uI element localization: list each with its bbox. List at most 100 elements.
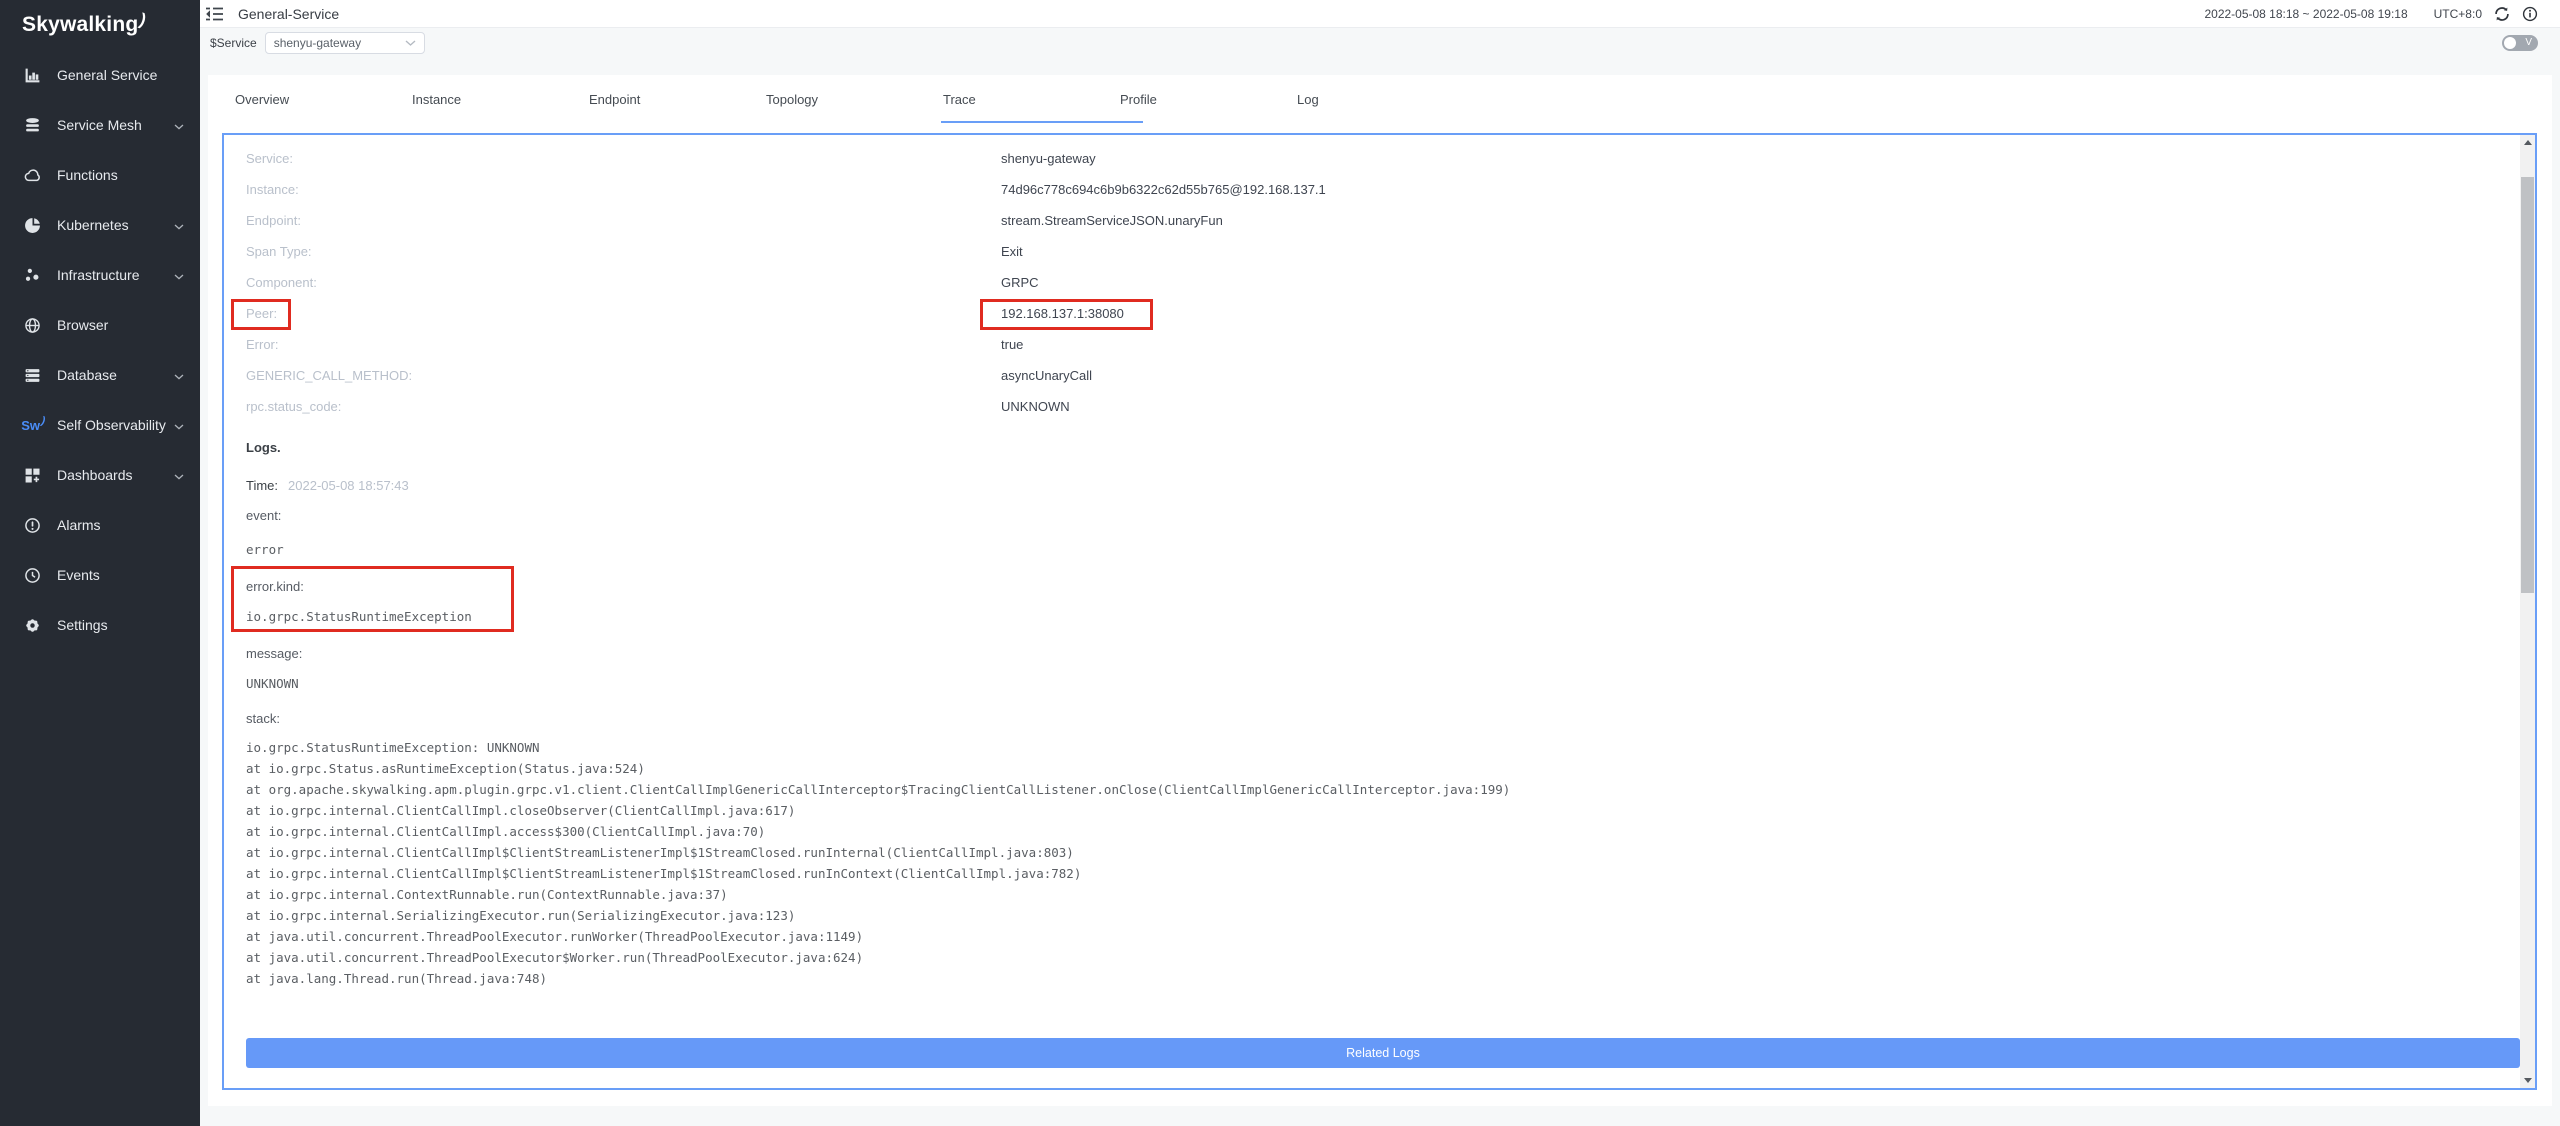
log-stack-key: stack: [246,703,2495,733]
log-time-value: 2022-05-08 18:57:43 [288,478,409,493]
server-icon [24,367,41,384]
log-error-kind-key: error.kind: [246,571,2495,601]
sidebar-item-self-observability[interactable]: Sw) Self Observability [0,400,200,450]
logo-swoosh: ) [137,10,149,31]
scrollbar-thumb[interactable] [2521,177,2534,593]
chevron-down-icon [174,417,184,433]
chevron-down-icon [174,217,184,233]
cloud-icon [24,167,41,184]
sidebar-item-label: General Service [57,67,157,83]
top-header: General-Service 2022-05-08 18:18 ~ 2022-… [200,0,2560,28]
service-select[interactable]: shenyu-gateway [265,32,425,54]
main-area: General-Service 2022-05-08 18:18 ~ 2022-… [200,0,2560,1126]
sidebar-item-general-service[interactable]: General Service [0,50,200,100]
log-message-value: UNKNOWN [246,668,2495,699]
log-message-key: message: [246,638,2495,668]
scroll-down-arrow[interactable] [2520,1073,2535,1088]
log-event-key: event: [246,500,2495,530]
field-value: 74d96c778c694c6b9b6322c62d55b765@192.168… [1001,182,1326,197]
chevron-down-icon [405,36,416,50]
field-row-rpc-status-code: rpc.status_code:UNKNOWN [246,391,2495,422]
dots-icon [24,267,41,284]
field-value: asyncUnaryCall [1001,368,1092,383]
field-row-endpoint: Endpoint:stream.StreamServiceJSON.unaryF… [246,205,2495,236]
tab-bar: Overview Instance Endpoint Topology Trac… [208,75,2552,123]
page-title: General-Service [238,6,339,22]
sidebar-item-infrastructure[interactable]: Infrastructure [0,250,200,300]
log-time-label: Time: [246,478,278,493]
sidebar-item-service-mesh[interactable]: Service Mesh [0,100,200,150]
version-toggle[interactable]: V [2502,35,2538,51]
layers-icon [24,117,41,134]
field-label: Instance: [246,182,1001,197]
field-value: true [1001,337,1023,352]
field-value: UNKNOWN [1001,399,1070,414]
field-row-generic-call-method: GENERIC_CALL_METHOD:asyncUnaryCall [246,360,2495,391]
related-logs-button[interactable]: Related Logs [246,1038,2520,1068]
field-row-service: Service:shenyu-gateway [246,143,2495,174]
gear-icon [24,617,41,634]
service-selector-label: $Service [210,36,257,50]
log-event-value: error [246,534,2495,565]
sidebar-item-settings[interactable]: Settings [0,600,200,650]
field-value: shenyu-gateway [1001,151,1096,166]
alert-icon [24,517,41,534]
refresh-icon[interactable] [2494,6,2510,22]
toggle-knob [2504,37,2516,49]
field-row-peer: Peer:192.168.137.1:38080 [246,298,2495,329]
sidebar-item-dashboards[interactable]: Dashboards [0,450,200,500]
sidebar: Skywalking) General Service Service Mesh… [0,0,200,1126]
tab-trace[interactable]: Trace [943,75,1120,123]
sidebar-item-kubernetes[interactable]: Kubernetes [0,200,200,250]
sidebar-item-functions[interactable]: Functions [0,150,200,200]
field-label: GENERIC_CALL_METHOD: [246,368,1001,383]
sidebar-item-label: Self Observability [57,417,166,433]
tab-endpoint[interactable]: Endpoint [589,75,766,123]
toggle-label: V [2525,37,2532,48]
field-label: Peer: [246,306,1001,321]
sidebar-item-browser[interactable]: Browser [0,300,200,350]
chevron-down-icon [174,467,184,483]
sidebar-item-label: Service Mesh [57,117,142,133]
tab-log[interactable]: Log [1297,75,1474,123]
collapse-sidebar-icon[interactable] [205,6,225,22]
tab-topology[interactable]: Topology [766,75,943,123]
field-row-component: Component:GRPC [246,267,2495,298]
logs-heading: Logs. [246,440,2495,460]
sidebar-item-events[interactable]: Events [0,550,200,600]
tab-instance[interactable]: Instance [412,75,589,123]
sidebar-item-alarms[interactable]: Alarms [0,500,200,550]
sidebar-item-label: Dashboards [57,467,133,483]
log-stack-trace: io.grpc.StatusRuntimeException: UNKNOWN … [246,737,2495,989]
info-icon[interactable] [2522,6,2538,22]
sw-logo-icon: Sw) [24,417,41,434]
sidebar-item-database[interactable]: Database [0,350,200,400]
sidebar-nav: General Service Service Mesh Functions K… [0,50,200,650]
time-range-picker[interactable]: 2022-05-08 18:18 ~ 2022-05-08 19:18 [2204,7,2407,21]
dashboard-card: Overview Instance Endpoint Topology Trac… [208,75,2552,1106]
span-detail-panel: Service:shenyu-gateway Instance:74d96c77… [222,133,2537,1090]
sidebar-item-label: Browser [57,317,108,333]
scroll-up-arrow[interactable] [2520,135,2535,150]
tab-overview[interactable]: Overview [235,75,412,123]
field-value: 192.168.137.1:38080 [1001,306,1124,321]
sidebar-item-label: Alarms [57,517,101,533]
tab-profile[interactable]: Profile [1120,75,1297,123]
field-label: Span Type: [246,244,1001,259]
field-label: Endpoint: [246,213,1001,228]
log-time-row: Time: 2022-05-08 18:57:43 [246,470,2495,500]
sidebar-item-label: Events [57,567,100,583]
pie-icon [24,217,41,234]
app-logo[interactable]: Skywalking) [0,0,200,50]
timezone-selector[interactable]: UTC+8:0 [2434,7,2482,21]
field-label: Error: [246,337,1001,352]
sidebar-item-label: Infrastructure [57,267,139,283]
field-value: stream.StreamServiceJSON.unaryFun [1001,213,1223,228]
clock-icon [24,567,41,584]
sidebar-item-label: Functions [57,167,118,183]
sidebar-item-label: Kubernetes [57,217,129,233]
panel-scrollbar[interactable] [2520,135,2535,1088]
chevron-down-icon [174,117,184,133]
field-label: Component: [246,275,1001,290]
sidebar-item-label: Settings [57,617,108,633]
